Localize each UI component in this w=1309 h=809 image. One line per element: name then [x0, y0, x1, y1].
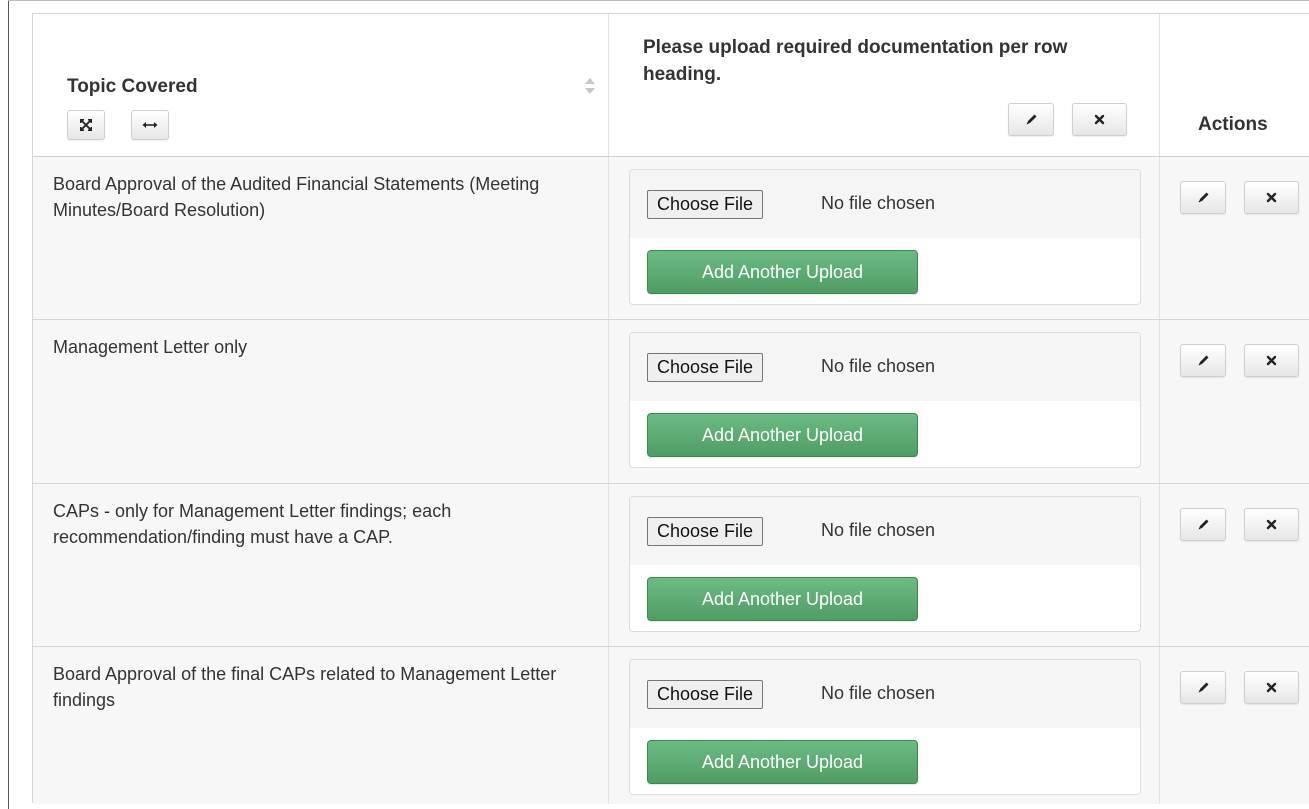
column-title-upload: Please upload required documentation per…: [643, 37, 1068, 85]
close-icon: [1266, 192, 1277, 203]
add-another-upload-button[interactable]: Add Another Upload: [647, 413, 918, 457]
upload-cell: Choose File No file chosen Add Another U…: [608, 647, 1160, 804]
header-actions-cell: Actions: [1160, 14, 1309, 156]
topic-cell: CAPs - only for Management Letter findin…: [33, 484, 608, 646]
row-delete-button[interactable]: [1244, 508, 1299, 541]
add-another-upload-button[interactable]: Add Another Upload: [647, 740, 918, 784]
header-topic-cell: Topic Covered: [33, 14, 608, 156]
close-icon: [1266, 519, 1277, 530]
page-edge: [8, 0, 9, 809]
upload-panel: Choose File No file chosen Add Another U…: [629, 332, 1141, 468]
file-input-area: Choose File No file chosen: [630, 660, 1140, 728]
table-header: Topic Covered Please upload required doc…: [33, 14, 1309, 157]
pencil-icon: [1198, 519, 1208, 530]
row-edit-button[interactable]: [1180, 508, 1226, 541]
file-input-area: Choose File No file chosen: [630, 497, 1140, 565]
topic-text: CAPs - only for Management Letter findin…: [53, 501, 452, 547]
file-status-text: No file chosen: [821, 356, 936, 376]
table-row: Board Approval of the Audited Financial …: [33, 157, 1309, 320]
column-title-actions: Actions: [1198, 114, 1268, 135]
topic-cell: Management Letter only: [33, 320, 608, 483]
pencil-icon: [1198, 355, 1208, 366]
actions-cell: [1160, 484, 1309, 646]
pencil-icon: [1026, 114, 1036, 125]
expand-button[interactable]: [67, 110, 105, 140]
upload-cell: Choose File No file chosen Add Another U…: [608, 320, 1160, 483]
choose-file-button[interactable]: Choose File: [647, 680, 764, 709]
file-status-text: No file chosen: [821, 193, 936, 213]
upload-panel: Choose File No file chosen Add Another U…: [629, 496, 1141, 632]
row-edit-button[interactable]: [1180, 181, 1226, 214]
add-another-upload-button[interactable]: Add Another Upload: [647, 577, 918, 621]
row-delete-button[interactable]: [1244, 344, 1299, 377]
topic-text: Board Approval of the final CAPs related…: [53, 664, 557, 710]
documents-table: Topic Covered Please upload required doc…: [32, 13, 1309, 804]
upload-cell: Choose File No file chosen Add Another U…: [608, 484, 1160, 646]
upload-cell: Choose File No file chosen Add Another U…: [608, 157, 1160, 319]
choose-file-button[interactable]: Choose File: [647, 353, 764, 382]
header-upload-cell: Please upload required documentation per…: [608, 14, 1160, 156]
file-input-area: Choose File No file chosen: [630, 170, 1140, 238]
close-icon: [1094, 114, 1105, 125]
row-delete-button[interactable]: [1244, 181, 1299, 214]
topic-text: Board Approval of the Audited Financial …: [53, 174, 540, 220]
actions-cell: [1160, 647, 1309, 804]
actions-cell: [1160, 320, 1309, 483]
choose-file-button[interactable]: Choose File: [647, 517, 764, 546]
column-title-topic[interactable]: Topic Covered: [67, 76, 198, 98]
header-delete-button[interactable]: [1072, 103, 1127, 136]
page-edge-top: [8, 0, 1309, 1]
row-delete-button[interactable]: [1244, 671, 1299, 704]
upload-panel: Choose File No file chosen Add Another U…: [629, 169, 1141, 305]
topic-cell: Board Approval of the Audited Financial …: [33, 157, 608, 319]
topic-cell: Board Approval of the final CAPs related…: [33, 647, 608, 804]
pencil-icon: [1198, 682, 1208, 693]
row-edit-button[interactable]: [1180, 344, 1226, 377]
add-another-upload-button[interactable]: Add Another Upload: [647, 250, 918, 294]
close-icon: [1266, 355, 1277, 366]
table-row: Board Approval of the final CAPs related…: [33, 647, 1309, 804]
pencil-icon: [1198, 192, 1208, 203]
file-status-text: No file chosen: [821, 520, 936, 540]
row-edit-button[interactable]: [1180, 671, 1226, 704]
actions-cell: [1160, 157, 1309, 319]
file-input-area: Choose File No file chosen: [630, 333, 1140, 401]
resize-columns-button[interactable]: [131, 110, 169, 140]
sort-icon[interactable]: [584, 76, 596, 96]
choose-file-button[interactable]: Choose File: [647, 190, 764, 219]
horizontal-arrow-icon: [142, 122, 158, 128]
file-status-text: No file chosen: [821, 683, 936, 703]
close-icon: [1266, 682, 1277, 693]
table-row: CAPs - only for Management Letter findin…: [33, 484, 1309, 647]
table-row: Management Letter only Choose File No fi…: [33, 320, 1309, 484]
upload-panel: Choose File No file chosen Add Another U…: [629, 659, 1141, 795]
topic-text: Management Letter only: [53, 337, 248, 357]
expand-icon: [80, 119, 92, 131]
header-edit-button[interactable]: [1008, 103, 1054, 136]
